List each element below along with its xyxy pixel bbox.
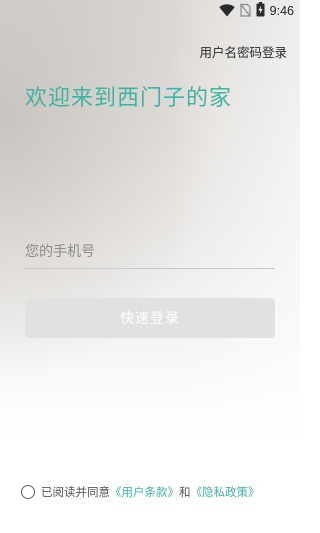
agree-checkbox[interactable] bbox=[21, 485, 35, 499]
status-time: 9:46 bbox=[269, 4, 294, 18]
phone-number-input[interactable] bbox=[25, 236, 275, 269]
agreement-and: 和 bbox=[179, 485, 191, 499]
agreement-prefix: 已阅读并同意 bbox=[41, 485, 110, 499]
quick-login-button[interactable]: 快速登录 bbox=[25, 298, 275, 338]
welcome-title: 欢迎来到西门子的家 bbox=[25, 86, 233, 111]
agreement-row: 已阅读并同意 《用户条款》 和 《隐私政策》 bbox=[21, 482, 260, 502]
no-sim-icon bbox=[239, 2, 251, 21]
status-bar: 9:46 bbox=[0, 0, 300, 22]
user-terms-link[interactable]: 《用户条款》 bbox=[110, 484, 179, 500]
background-fade bbox=[170, 0, 300, 440]
status-icons: 9:46 bbox=[218, 1, 294, 21]
battery-charging-icon bbox=[256, 1, 265, 21]
username-password-login-link[interactable]: 用户名密码登录 bbox=[199, 42, 287, 61]
wifi-icon bbox=[218, 2, 235, 21]
privacy-policy-link[interactable]: 《隐私政策》 bbox=[191, 484, 260, 500]
